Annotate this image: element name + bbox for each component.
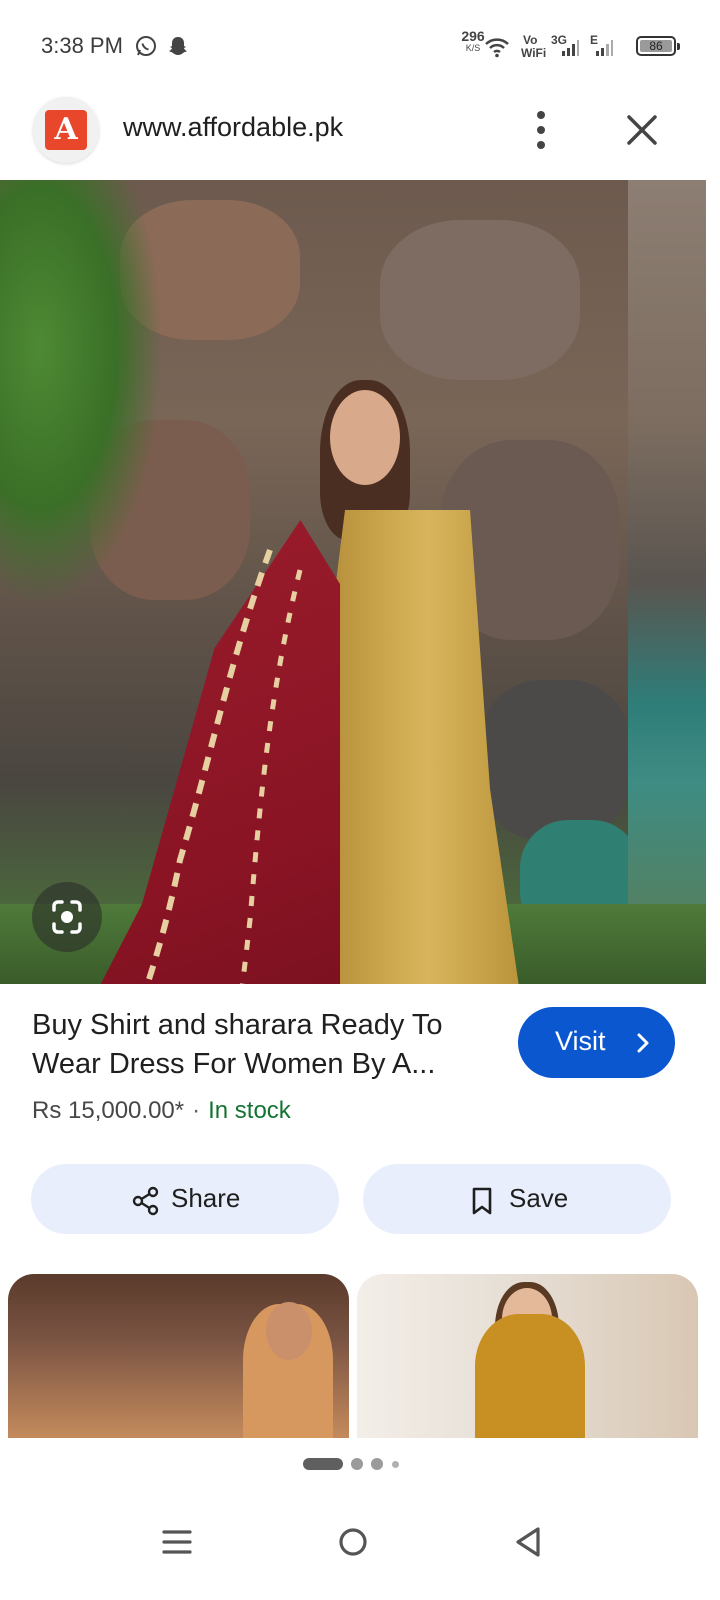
price-row: Rs 15,000.00* · In stock xyxy=(32,1097,291,1125)
vowifi-top: Vo xyxy=(523,33,538,47)
share-button[interactable]: Share xyxy=(31,1164,339,1234)
image-rock xyxy=(480,680,630,840)
wifi-icon xyxy=(484,36,509,60)
thumb-model-outfit xyxy=(475,1314,585,1438)
related-image[interactable] xyxy=(357,1274,698,1438)
signal-icon xyxy=(594,38,618,62)
lens-icon xyxy=(52,900,82,934)
close-icon xyxy=(627,115,657,145)
whatsapp-icon xyxy=(134,34,158,58)
site-header: A www.affordable.pk xyxy=(0,92,720,180)
bookmark-icon xyxy=(472,1187,492,1215)
snapchat-icon xyxy=(166,34,190,58)
visit-button-label: Visit xyxy=(555,1026,606,1056)
product-title[interactable]: Buy Shirt and sharara Ready To Wear Dres… xyxy=(32,1006,502,1084)
status-bar: 3:38 PM 296 K/S Vo WiFi 3G E 86 xyxy=(0,0,720,92)
page-dot-active xyxy=(303,1458,343,1470)
model-face xyxy=(330,390,400,485)
image-foliage xyxy=(0,180,160,600)
home-circle-icon xyxy=(339,1528,367,1556)
more-dot xyxy=(537,126,545,134)
product-price: Rs 15,000.00* xyxy=(32,1097,185,1124)
related-image[interactable] xyxy=(8,1274,349,1438)
more-options-button[interactable] xyxy=(527,108,555,152)
more-dot xyxy=(537,141,545,149)
save-button[interactable]: Save xyxy=(363,1164,671,1234)
close-button[interactable] xyxy=(620,108,664,152)
more-dot xyxy=(537,111,545,119)
site-logo-letter: A xyxy=(45,110,87,150)
product-title-line-1: Buy Shirt and sharara Ready To xyxy=(32,1009,443,1041)
image-rock xyxy=(380,220,580,380)
page-dot xyxy=(351,1458,363,1470)
signal-icon xyxy=(560,38,584,62)
page-dot xyxy=(392,1461,399,1468)
back-button[interactable] xyxy=(498,1512,558,1572)
save-button-label: Save xyxy=(509,1183,569,1213)
visit-button[interactable]: Visit xyxy=(518,1007,675,1078)
thumb-model-face xyxy=(266,1302,312,1360)
stock-status: In stock xyxy=(208,1097,291,1124)
vowifi-bottom: WiFi xyxy=(521,46,547,60)
home-button[interactable] xyxy=(323,1512,383,1572)
share-button-label: Share xyxy=(171,1183,241,1213)
page-dot xyxy=(371,1458,383,1470)
status-time: 3:38 PM xyxy=(41,33,123,58)
lens-search-button[interactable] xyxy=(32,882,102,952)
system-nav-bar xyxy=(0,1490,720,1600)
battery-level: 86 xyxy=(649,39,663,53)
image-edge-strip xyxy=(628,180,706,984)
battery-icon: 86 xyxy=(636,36,680,56)
separator-dot: · xyxy=(192,1097,201,1124)
menu-icon xyxy=(162,1530,192,1554)
site-logo[interactable]: A xyxy=(33,97,99,163)
back-triangle-icon xyxy=(516,1527,540,1557)
chevron-right-icon xyxy=(637,1033,649,1053)
product-title-line-2: Wear Dress For Women By A... xyxy=(32,1048,436,1080)
site-url[interactable]: www.affordable.pk xyxy=(123,112,343,143)
product-image[interactable] xyxy=(0,180,706,984)
share-icon xyxy=(132,1186,159,1216)
recents-button[interactable] xyxy=(147,1512,207,1572)
